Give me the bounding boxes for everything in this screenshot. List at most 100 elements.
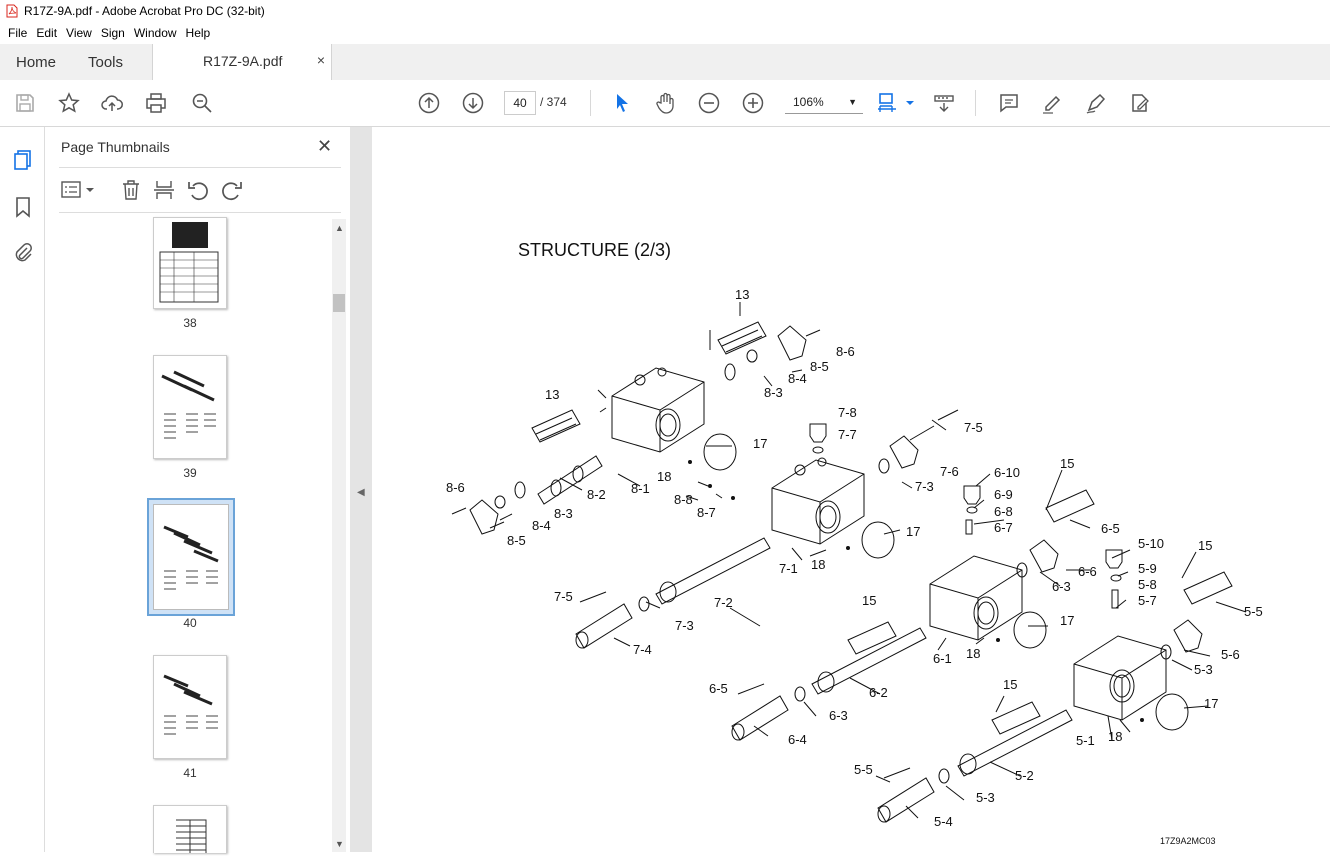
comment-icon[interactable] (997, 91, 1021, 115)
callout-label: 18 (811, 557, 826, 572)
page-number-label: 38 (183, 316, 197, 330)
close-icon[interactable]: ✕ (317, 136, 332, 157)
highlight-pen-icon[interactable] (1040, 91, 1064, 115)
draw-sign-icon[interactable] (1084, 91, 1108, 115)
callout-label: 7-2 (714, 595, 733, 610)
select-cursor-icon[interactable] (610, 91, 634, 115)
callout-label: 13 (735, 287, 750, 302)
menu-view[interactable]: View (66, 26, 92, 40)
save-icon[interactable] (13, 91, 37, 115)
callout-label: 6-9 (994, 487, 1013, 502)
tab-close-icon[interactable]: × (317, 52, 325, 68)
fit-page-icon[interactable] (876, 91, 900, 115)
next-page-icon[interactable] (461, 91, 485, 115)
page-number-label: 40 (183, 616, 197, 630)
menu-window[interactable]: Window (134, 26, 177, 40)
callout-label: 8-5 (507, 533, 526, 548)
zoom-level-select[interactable]: 106% ▼ (785, 91, 863, 114)
page-thumbnails-icon[interactable] (11, 148, 35, 172)
tab-tools[interactable]: Tools (88, 44, 123, 80)
callout-label: 5-9 (1138, 561, 1157, 576)
callout-label: 6-8 (994, 504, 1013, 519)
callout-label: 6-1 (933, 651, 952, 666)
callout-label: 7-3 (915, 479, 934, 494)
drawing-reference-code: 17Z9A2MC03 (1160, 836, 1216, 846)
scroll-up-icon[interactable]: ▲ (335, 223, 344, 233)
callout-label: 13 (545, 387, 560, 402)
callout-label: 5-7 (1138, 593, 1157, 608)
page-thumbnail[interactable] (153, 805, 227, 853)
callout-label: 15 (862, 593, 877, 608)
panel-splitter[interactable]: ◀ (350, 127, 372, 852)
menu-file[interactable]: File (8, 26, 27, 40)
document-view[interactable] (372, 127, 1330, 852)
toolbar-divider (590, 90, 591, 116)
page-number-label: 41 (183, 766, 197, 780)
callout-label: 8-1 (631, 481, 650, 496)
extract-page-icon[interactable] (152, 178, 176, 202)
callout-label: 5-1 (1076, 733, 1095, 748)
callout-label: 8-2 (587, 487, 606, 502)
callout-label: 8-7 (697, 505, 716, 520)
callout-label: 5-5 (854, 762, 873, 777)
scroll-down-icon[interactable]: ▼ (335, 839, 344, 849)
page-thumbnail[interactable] (153, 655, 227, 759)
page-thumbnail[interactable] (153, 217, 227, 309)
callout-label: 8-6 (446, 480, 465, 495)
thumbnail-options-icon[interactable] (60, 178, 96, 202)
delete-page-icon[interactable] (119, 178, 143, 202)
callout-label: 8-6 (836, 344, 855, 359)
callout-label: 8-4 (788, 371, 807, 386)
rotate-left-icon[interactable] (186, 178, 210, 202)
fit-dropdown-chevron-icon[interactable] (898, 91, 914, 115)
upload-cloud-icon[interactable] (100, 91, 124, 115)
rotate-right-icon[interactable] (220, 178, 244, 202)
selected-page-thumbnail[interactable] (147, 498, 235, 616)
previous-page-icon[interactable] (417, 91, 441, 115)
page-number-label: 39 (183, 466, 197, 480)
thumbnail-preview (161, 370, 216, 439)
callout-label: 6-3 (1052, 579, 1071, 594)
fill-sign-icon[interactable] (1128, 91, 1152, 115)
zoom-level-value: 106% (793, 95, 824, 109)
callout-label: 5-3 (1194, 662, 1213, 677)
menu-sign[interactable]: Sign (101, 26, 125, 40)
scroll-mode-icon[interactable] (932, 91, 956, 115)
callout-label: 6-7 (994, 520, 1013, 535)
thumbnails-scrollbar[interactable]: ▲ ▼ (332, 219, 346, 852)
bookmark-icon[interactable] (11, 195, 35, 219)
tab-document[interactable]: R17Z-9A.pdf × (152, 44, 332, 80)
chevron-down-icon: ▼ (848, 97, 857, 107)
menu-edit[interactable]: Edit (36, 26, 57, 40)
zoom-in-icon[interactable] (741, 91, 765, 115)
thumbnail-preview (159, 222, 219, 303)
pdf-app-icon (6, 4, 18, 18)
page-thumbnail[interactable] (153, 355, 227, 459)
callout-label: 7-8 (838, 405, 857, 420)
callout-label: 8-3 (764, 385, 783, 400)
callout-label: 18 (657, 469, 672, 484)
callout-label: 17 (1060, 613, 1075, 628)
callout-label: 17 (1204, 696, 1219, 711)
zoom-out-icon[interactable] (697, 91, 721, 115)
tab-bar: Home Tools R17Z-9A.pdf × (0, 44, 1330, 81)
tab-home[interactable]: Home (16, 44, 56, 80)
callout-label: 15 (1060, 456, 1075, 471)
thumbnail-preview (163, 674, 218, 735)
page-number-input[interactable]: 40 (504, 91, 536, 115)
star-icon[interactable] (57, 91, 81, 115)
callout-label: 6-5 (1101, 521, 1120, 536)
attachment-icon[interactable] (11, 241, 35, 265)
callout-label: 8-3 (554, 506, 573, 521)
collapse-panel-icon[interactable]: ◀ (357, 487, 365, 498)
zoom-search-icon[interactable] (190, 91, 214, 115)
callout-label: 7-4 (633, 642, 652, 657)
callout-label: 6-6 (1078, 564, 1097, 579)
hand-tool-icon[interactable] (653, 91, 677, 115)
callout-label: 6-10 (994, 465, 1021, 480)
panel-divider (59, 212, 341, 213)
callout-label: 6-3 (829, 708, 848, 723)
menu-help[interactable]: Help (186, 26, 211, 40)
print-icon[interactable] (144, 91, 168, 115)
scrollbar-thumb[interactable] (333, 294, 345, 312)
